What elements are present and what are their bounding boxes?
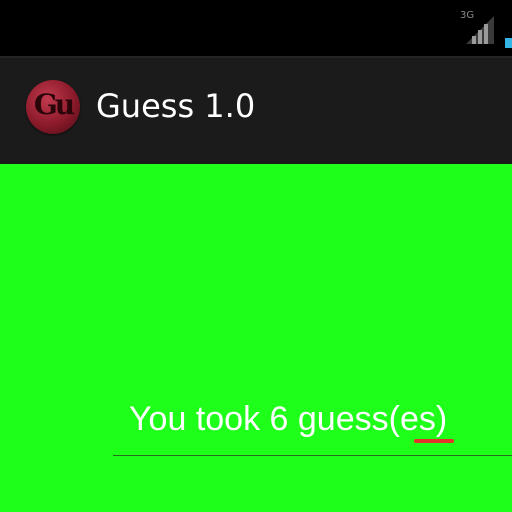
status-bar: 3G [0,0,512,56]
spellcheck-underline [414,439,454,443]
signal-icon [466,16,494,44]
app-logo-icon[interactable]: Gu [26,80,80,134]
app-logo-letters: Gu [33,88,75,121]
text-field-underline [113,455,512,456]
result-text-field[interactable]: You took 6 guess(es) [129,402,447,436]
main-content: You took 6 guess(es) [0,164,512,512]
app-screen: 3G Gu Guess 1.0 You took 6 guess(es) [0,0,512,512]
action-bar: Gu Guess 1.0 [0,56,512,164]
battery-icon [505,38,512,48]
app-title: Guess 1.0 [96,87,256,125]
